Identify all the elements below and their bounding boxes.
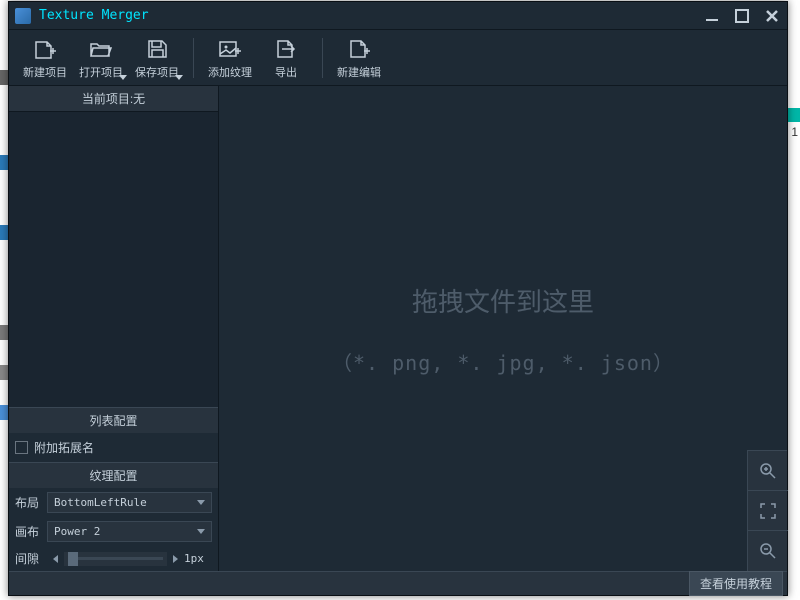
layout-label: 布局	[15, 494, 47, 511]
append-extension-label: 附加拓展名	[34, 439, 94, 456]
layout-row: 布局 BottomLeftRule	[9, 488, 218, 517]
save-project-button[interactable]: 保存项目	[129, 32, 185, 84]
bg-right-number: 1	[791, 125, 798, 139]
new-project-icon	[31, 36, 59, 62]
slider-decrease-icon[interactable]	[53, 555, 58, 563]
chevron-down-icon	[119, 75, 127, 80]
gap-value: 1px	[184, 552, 212, 565]
bg-thumb	[0, 70, 8, 85]
chevron-down-icon	[175, 75, 183, 80]
layout-value: BottomLeftRule	[54, 496, 147, 509]
toolbar-label: 保存项目	[135, 64, 179, 80]
open-folder-icon	[87, 36, 115, 62]
zoom-in-button[interactable]	[748, 451, 788, 491]
current-project-label: 当前项目:无	[9, 86, 218, 112]
texture-config-title: 纹理配置	[9, 463, 218, 488]
texture-config-panel: 纹理配置 布局 BottomLeftRule 画布 Power 2	[9, 462, 218, 571]
close-button[interactable]	[763, 7, 781, 25]
minimize-button[interactable]	[703, 7, 721, 25]
append-extension-checkbox[interactable]	[15, 441, 28, 454]
toolbar: 新建项目 打开项目 保存项目 添加纹理 导出	[9, 30, 787, 86]
project-list-area[interactable]	[9, 112, 218, 407]
canvas-select[interactable]: Power 2	[47, 521, 212, 542]
toolbar-label: 新建编辑	[337, 64, 381, 80]
export-icon	[272, 36, 300, 62]
append-extension-row: 附加拓展名	[9, 433, 218, 462]
zoom-fit-button[interactable]	[748, 491, 788, 531]
toolbar-label: 打开项目	[79, 64, 123, 80]
tutorial-button[interactable]: 查看使用教程	[689, 571, 783, 596]
list-config-panel: 列表配置 附加拓展名	[9, 407, 218, 462]
bg-right-tag	[788, 108, 800, 122]
bg-thumb	[0, 325, 8, 340]
list-config-title: 列表配置	[9, 408, 218, 433]
canvas-row: 画布 Power 2	[9, 517, 218, 546]
layout-select[interactable]: BottomLeftRule	[47, 492, 212, 513]
toolbar-label: 导出	[275, 64, 297, 80]
bg-thumb	[0, 405, 8, 420]
canvas-label: 画布	[15, 523, 47, 540]
gap-label: 间隙	[15, 550, 47, 567]
drop-formats-text: （*. png, *. jpg, *. json）	[332, 347, 674, 376]
maximize-button[interactable]	[733, 7, 751, 25]
app-window: Texture Merger 新建项目 打开项目	[8, 1, 788, 596]
zoom-panel	[747, 450, 787, 571]
statusbar: 查看使用教程	[9, 571, 787, 595]
slider-increase-icon[interactable]	[173, 555, 178, 563]
save-icon	[143, 36, 171, 62]
open-project-button[interactable]: 打开项目	[73, 32, 129, 84]
window-controls	[703, 7, 781, 25]
sidebar: 当前项目:无 列表配置 附加拓展名 纹理配置 布局 BottomLeftRule	[9, 86, 219, 571]
export-button[interactable]: 导出	[258, 32, 314, 84]
canvas-value: Power 2	[54, 525, 100, 538]
chevron-down-icon	[197, 500, 205, 505]
slider-handle[interactable]	[68, 552, 78, 566]
gap-slider[interactable]	[64, 552, 167, 566]
toolbar-label: 添加纹理	[208, 64, 252, 80]
bg-thumb	[0, 225, 8, 240]
gap-row: 间隙 1px	[9, 546, 218, 571]
window-title: Texture Merger	[39, 8, 703, 23]
new-edit-button[interactable]: 新建编辑	[331, 32, 387, 84]
new-project-button[interactable]: 新建项目	[17, 32, 73, 84]
main-content: 当前项目:无 列表配置 附加拓展名 纹理配置 布局 BottomLeftRule	[9, 86, 787, 571]
bg-thumb	[0, 155, 8, 170]
zoom-out-button[interactable]	[748, 531, 788, 571]
divider	[193, 38, 194, 78]
add-image-icon	[216, 36, 244, 62]
new-document-icon	[345, 36, 373, 62]
toolbar-label: 新建项目	[23, 64, 67, 80]
add-texture-button[interactable]: 添加纹理	[202, 32, 258, 84]
divider	[322, 38, 323, 78]
canvas-drop-area[interactable]: 拖拽文件到这里 （*. png, *. jpg, *. json）	[219, 86, 787, 571]
chevron-down-icon	[197, 529, 205, 534]
drop-hint-text: 拖拽文件到这里	[412, 282, 594, 319]
titlebar: Texture Merger	[9, 2, 787, 30]
app-icon	[15, 8, 31, 24]
bg-thumb	[0, 365, 8, 380]
